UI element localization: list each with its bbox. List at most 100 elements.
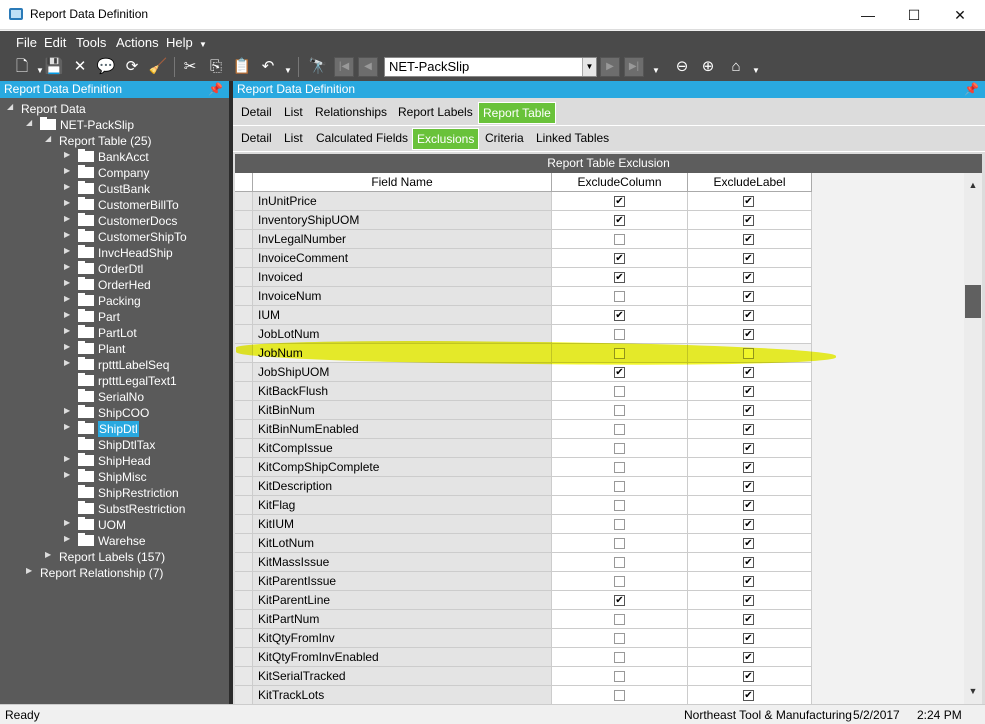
back-icon[interactable]: ⊖: [672, 57, 692, 77]
collapsed-icon[interactable]: ▶: [64, 310, 70, 319]
exclude-column-checkbox[interactable]: [614, 690, 625, 701]
exclude-label-checkbox[interactable]: ✔: [743, 386, 754, 397]
collapsed-icon[interactable]: ▶: [64, 150, 70, 159]
exclude-column-checkbox[interactable]: [614, 557, 625, 568]
exclude-label-checkbox[interactable]: ✔: [743, 424, 754, 435]
exclude-label-checkbox[interactable]: ✔: [743, 557, 754, 568]
collapsed-icon[interactable]: ▶: [64, 182, 70, 191]
menu-overflow-icon[interactable]: ▼: [199, 40, 207, 49]
menu-file[interactable]: File: [16, 35, 37, 50]
table-row[interactable]: KitParentIssue ✔: [235, 572, 812, 591]
pin-icon[interactable]: 📌: [964, 82, 979, 96]
collapsed-icon[interactable]: ▶: [64, 198, 70, 207]
exclude-label-checkbox[interactable]: ✔: [743, 538, 754, 549]
close-button[interactable]: ✕: [937, 0, 983, 30]
tree-item[interactable]: ▶ UOM: [64, 517, 229, 533]
collapsed-icon[interactable]: ▶: [64, 230, 70, 239]
row-selector[interactable]: [235, 420, 253, 439]
tree-item[interactable]: ▶ CustomerDocs: [64, 213, 229, 229]
exclude-column-checkbox[interactable]: ✔: [614, 215, 625, 226]
exclude-label-checkbox[interactable]: ✔: [743, 405, 754, 416]
tree-item[interactable]: ◢ Report Table (25): [45, 133, 229, 149]
exclude-label-checkbox[interactable]: ✔: [743, 652, 754, 663]
tree-item[interactable]: ▶ Packing: [64, 293, 229, 309]
tab-list[interactable]: List: [284, 105, 303, 119]
record-selector[interactable]: NET-PackSlip ▼: [384, 57, 597, 77]
row-selector[interactable]: [235, 382, 253, 401]
exclude-label-checkbox[interactable]: ✔: [743, 633, 754, 644]
row-selector[interactable]: [235, 686, 253, 705]
exclude-column-checkbox[interactable]: [614, 500, 625, 511]
exclude-column-checkbox[interactable]: ✔: [614, 196, 625, 207]
table-row[interactable]: KitBackFlush ✔: [235, 382, 812, 401]
table-row[interactable]: InUnitPrice ✔ ✔: [235, 192, 812, 211]
exclude-label-checkbox[interactable]: ✔: [743, 329, 754, 340]
table-row[interactable]: KitDescription ✔: [235, 477, 812, 496]
collapsed-icon[interactable]: ▶: [64, 470, 70, 479]
collapsed-icon[interactable]: ▶: [64, 358, 70, 367]
collapsed-icon[interactable]: ▶: [64, 518, 70, 527]
table-row[interactable]: KitMassIssue ✔: [235, 553, 812, 572]
row-selector[interactable]: [235, 591, 253, 610]
exclude-column-checkbox[interactable]: [614, 405, 625, 416]
exclude-label-checkbox[interactable]: ✔: [743, 690, 754, 701]
exclude-label-checkbox[interactable]: ✔: [743, 519, 754, 530]
refresh-icon[interactable]: ⟳: [122, 57, 142, 77]
menu-help[interactable]: Help: [166, 35, 193, 50]
tree-item[interactable]: ShipRestriction: [64, 485, 229, 501]
tree-item[interactable]: ▶ Report Relationship (7): [26, 565, 229, 581]
table-row[interactable]: IUM ✔ ✔: [235, 306, 812, 325]
exclude-label-checkbox[interactable]: ✔: [743, 215, 754, 226]
chevron-down-icon[interactable]: ▼: [582, 58, 596, 76]
tree-item[interactable]: ▶ CustomerShipTo: [64, 229, 229, 245]
exclude-label-checkbox[interactable]: ✔: [743, 310, 754, 321]
home-icon[interactable]: ⌂: [726, 57, 746, 77]
tab-report-labels[interactable]: Report Labels: [398, 105, 473, 119]
row-selector[interactable]: [235, 458, 253, 477]
row-selector[interactable]: [235, 363, 253, 382]
table-row[interactable]: KitPartNum ✔: [235, 610, 812, 629]
table-row[interactable]: KitFlag ✔: [235, 496, 812, 515]
previous-record-button[interactable]: ◀: [358, 57, 378, 77]
row-selector[interactable]: [235, 439, 253, 458]
save-icon[interactable]: 💾: [44, 57, 64, 77]
cut-icon[interactable]: ✂: [180, 57, 200, 77]
undo-dropdown-icon[interactable]: ▼: [284, 66, 292, 75]
table-row[interactable]: InvoiceComment ✔ ✔: [235, 249, 812, 268]
exclude-label-checkbox[interactable]: ✔: [743, 234, 754, 245]
tree-item[interactable]: ▶ PartLot: [64, 325, 229, 341]
tree-item[interactable]: ShipDtlTax: [64, 437, 229, 453]
row-selector[interactable]: [235, 610, 253, 629]
menu-tools[interactable]: Tools: [76, 35, 106, 50]
field-name-header[interactable]: Field Name: [253, 173, 552, 192]
exclude-column-checkbox[interactable]: [614, 614, 625, 625]
row-selector[interactable]: [235, 249, 253, 268]
exclude-label-checkbox[interactable]: ✔: [743, 253, 754, 264]
first-record-button[interactable]: |◀: [334, 57, 354, 77]
tree-item[interactable]: ▶ Warehse: [64, 533, 229, 549]
table-row[interactable]: KitCompShipComplete ✔: [235, 458, 812, 477]
collapsed-icon[interactable]: ▶: [64, 166, 70, 175]
tab-list[interactable]: List: [284, 131, 303, 145]
expanded-icon[interactable]: ◢: [26, 118, 32, 127]
row-selector[interactable]: [235, 211, 253, 230]
undo-icon[interactable]: ↶: [258, 57, 278, 77]
exclude-label-checkbox[interactable]: ✔: [743, 443, 754, 454]
tree-item[interactable]: ▶ ShipDtl: [64, 421, 229, 437]
tree-item[interactable]: ▶ ShipHead: [64, 453, 229, 469]
tree-item[interactable]: ▶ Report Labels (157): [45, 549, 229, 565]
collapsed-icon[interactable]: ▶: [64, 422, 70, 431]
search-icon[interactable]: 🔭: [308, 57, 328, 77]
table-row[interactable]: InvLegalNumber ✔: [235, 230, 812, 249]
exclude-label-checkbox[interactable]: ✔: [743, 272, 754, 283]
table-row[interactable]: KitLotNum ✔: [235, 534, 812, 553]
collapsed-icon[interactable]: ▶: [64, 326, 70, 335]
menu-actions[interactable]: Actions: [116, 35, 159, 50]
tree-item[interactable]: ▶ CustBank: [64, 181, 229, 197]
table-row[interactable]: KitQtyFromInvEnabled ✔: [235, 648, 812, 667]
tab-criteria[interactable]: Criteria: [485, 131, 524, 145]
delete-icon[interactable]: ✕: [70, 57, 90, 77]
table-row[interactable]: Invoiced ✔ ✔: [235, 268, 812, 287]
table-row[interactable]: KitQtyFromInv ✔: [235, 629, 812, 648]
scroll-thumb[interactable]: [965, 285, 981, 318]
